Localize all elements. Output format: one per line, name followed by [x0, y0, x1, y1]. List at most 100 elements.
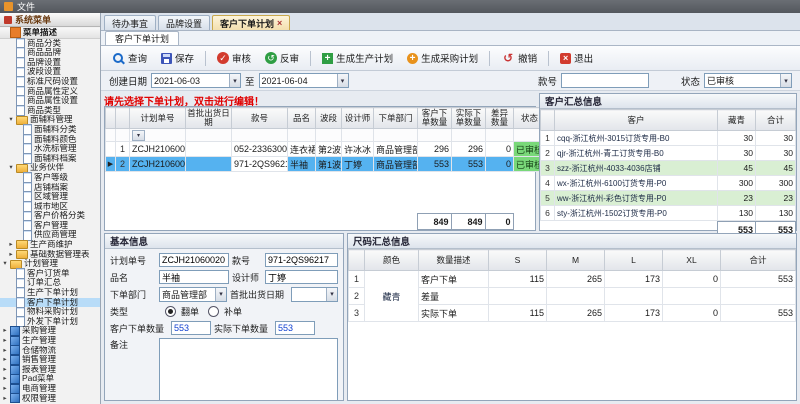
sidebar-item-面辅料分类[interactable]: 面辅料分类 — [0, 125, 100, 135]
customer-row[interactable]: 1cqq-浙江杭州-3015订货专用-B03030 — [541, 131, 796, 146]
plan-no-input[interactable] — [159, 253, 229, 267]
sidebar-item-仓储物流[interactable]: ▸仓储物流 — [0, 346, 100, 356]
sidebar-item-权限管理[interactable]: ▸权限管理 — [0, 394, 100, 404]
gen-purchase-button[interactable]: +生成采购计划 — [401, 48, 484, 68]
sidebar-item-订单汇总[interactable]: 订单汇总 — [0, 278, 100, 288]
sidebar-item-菜单描述[interactable]: 菜单描述 — [0, 28, 100, 39]
sidebar-item-客户等级[interactable]: 客户等级 — [0, 173, 100, 183]
tab-待办事宜[interactable]: 待办事宜 — [104, 15, 156, 30]
sidebar-item-计划管理[interactable]: ▾计划管理 — [0, 259, 100, 269]
actual-qty-input[interactable] — [275, 321, 315, 335]
sidebar-item-外发下单计划[interactable]: 外发下单计划 — [0, 317, 100, 327]
grid-corner — [349, 250, 365, 271]
calendar-dropdown-icon[interactable] — [326, 288, 337, 301]
sidebar-item-label: 商品属性设置 — [27, 96, 78, 106]
cell-qty: 30 — [718, 131, 756, 146]
chevron-down-icon[interactable] — [215, 288, 226, 301]
customer-row[interactable]: 4wx-浙江杭州-6100订货专用-P0300300 — [541, 176, 796, 191]
grid-total-cell: 0 — [485, 214, 513, 230]
menu-file[interactable]: 文件 — [17, 0, 35, 13]
create-date-label: 创建日期 — [109, 74, 147, 88]
cell-cust_qty: 553 — [418, 157, 452, 172]
sidebar-item-生产商维护[interactable]: ▸生产商维护 — [0, 240, 100, 250]
radio-supplement[interactable] — [208, 306, 219, 317]
grid-corner — [541, 110, 555, 131]
dept-select[interactable]: 商品管理部 — [159, 287, 227, 302]
sidebar-item-水洗标管理[interactable]: 水洗标管理 — [0, 144, 100, 154]
sidebar-item-客户价格分类[interactable]: 客户价格分类 — [0, 211, 100, 221]
tab-close-icon[interactable]: × — [277, 18, 282, 28]
tab-客户下单计划[interactable]: 客户下单计划× — [212, 15, 290, 30]
toolbar-separator — [548, 51, 549, 66]
sidebar-item-供应商管理[interactable]: 供应商管理 — [0, 230, 100, 240]
cell-customer: szz-浙江杭州-4033-4036店铺 — [555, 161, 718, 176]
product-input[interactable] — [159, 270, 229, 284]
sidebar-item-商品属性设置[interactable]: 商品属性设置 — [0, 96, 100, 106]
size-row[interactable]: 1藏青客户下单1152651730553 — [349, 271, 796, 288]
calendar-dropdown-icon[interactable] — [337, 74, 348, 87]
gen-production-button[interactable]: +生成生产计划 — [316, 48, 399, 68]
sidebar-item-商品类型[interactable]: 商品类型 — [0, 106, 100, 116]
sidebar-item-label: 客户订货单 — [27, 269, 70, 279]
order-plan-row[interactable]: ▶2ZCJH21060020971-2QS96217半袖第1波丁婷商品管理部55… — [106, 157, 546, 172]
sidebar-item-店铺档案[interactable]: 店铺档案 — [0, 183, 100, 193]
sidebar-item-面辅料管理[interactable]: ▾面辅料管理 — [0, 115, 100, 125]
sidebar-item-客户下单计划[interactable]: 客户下单计划 — [0, 298, 100, 308]
search-button[interactable]: 查询 — [105, 48, 153, 68]
sidebar-item-生产下单计划[interactable]: 生产下单计划 — [0, 288, 100, 298]
column-header: 设计师 — [342, 108, 374, 129]
sidebar-item-客户管理[interactable]: 客户管理 — [0, 221, 100, 231]
sidebar-item-商品属性定义[interactable]: 商品属性定义 — [0, 87, 100, 97]
sidebar-item-面辅料颜色[interactable]: 面辅料颜色 — [0, 135, 100, 145]
tab-品牌设置[interactable]: 品牌设置 — [158, 15, 210, 30]
cust-qty-input[interactable] — [171, 321, 211, 335]
undo-button[interactable]: ↺撤销 — [495, 48, 543, 68]
sidebar-item-物料采购计划[interactable]: 物料采购计划 — [0, 307, 100, 317]
sidebar-item-label: 面辅料档案 — [34, 154, 77, 164]
sidebar-item-销售管理[interactable]: ▸销售管理 — [0, 355, 100, 365]
date-from-input[interactable]: 2021-06-03 — [151, 73, 241, 88]
date-to-input[interactable]: 2021-06-04 — [259, 73, 349, 88]
status-select[interactable]: 已审核 — [704, 73, 792, 88]
sidebar-item-业务伙伴[interactable]: ▾业务伙伴 — [0, 163, 100, 173]
order-plan-row[interactable]: 1ZCJH21060024052-23363006-1连衣裙第2波许冰冰商品管理… — [106, 142, 546, 157]
radio-reorder[interactable] — [165, 306, 176, 317]
chevron-down-icon[interactable] — [780, 74, 791, 87]
sidebar-item-生产管理[interactable]: ▸生产管理 — [0, 336, 100, 346]
calendar-dropdown-icon[interactable] — [229, 74, 240, 87]
audit-button[interactable]: ✓审核 — [211, 48, 257, 68]
sidebar-item-波段设置[interactable]: 波段设置 — [0, 67, 100, 77]
sidebar-item-报表管理[interactable]: ▸报表管理 — [0, 365, 100, 375]
sidebar-item-基础数据管理表[interactable]: ▸基础数据管理表 — [0, 250, 100, 260]
sidebar-item-标准尺码设置[interactable]: 标准尺码设置 — [0, 77, 100, 87]
sidebar-item-Pad菜单[interactable]: ▸Pad菜单 — [0, 374, 100, 384]
customer-row[interactable]: 2qjr-浙江杭州-青工订货专用-B03030 — [541, 146, 796, 161]
sidebar-item-城市地区[interactable]: 城市地区 — [0, 202, 100, 212]
style-no-input[interactable] — [265, 253, 338, 267]
type-label: 类型 — [110, 305, 156, 318]
style-no-filter-input[interactable] — [561, 73, 649, 88]
filter-dropdown-icon[interactable]: ▾ — [132, 130, 145, 141]
first-ship-date-input[interactable] — [291, 287, 338, 302]
customer-row[interactable]: 3szz-浙江杭州-4033-4036店铺4545 — [541, 161, 796, 176]
filter-bar: 创建日期 2021-06-03 至 2021-06-04 款号 状态 — [101, 71, 800, 91]
unaudit-button[interactable]: ↺反审 — [259, 48, 305, 68]
designer-input[interactable] — [265, 270, 338, 284]
sidebar-item-品牌设置[interactable]: 品牌设置 — [0, 58, 100, 68]
cell-cust_qty: 296 — [418, 142, 452, 157]
sidebar-item-客户订货单[interactable]: 客户订货单 — [0, 269, 100, 279]
sidebar-item-面辅料档案[interactable]: 面辅料档案 — [0, 154, 100, 164]
customer-row[interactable]: 5ww-浙江杭州-彩色订货专用-P02323 — [541, 191, 796, 206]
exit-button[interactable]: ×退出 — [554, 48, 599, 68]
row-marker — [106, 142, 116, 157]
column-header: 波段 — [316, 108, 342, 129]
sidebar-item-采购管理[interactable]: ▸采购管理 — [0, 326, 100, 336]
customer-row[interactable]: 6sty-浙江杭州-1502订货专用-P0130130 — [541, 206, 796, 221]
sidebar-item-区域管理[interactable]: 区域管理 — [0, 192, 100, 202]
remark-textarea[interactable] — [159, 338, 338, 400]
sidebar-item-商品品牌[interactable]: 商品品牌 — [0, 48, 100, 58]
sidebar-item-电商管理[interactable]: ▸电商管理 — [0, 384, 100, 394]
sidebar-item-商品分类[interactable]: 商品分类 — [0, 39, 100, 49]
save-button[interactable]: 保存 — [155, 48, 200, 68]
subtab-customer-order-plan[interactable]: 客户下单计划 — [105, 31, 179, 45]
